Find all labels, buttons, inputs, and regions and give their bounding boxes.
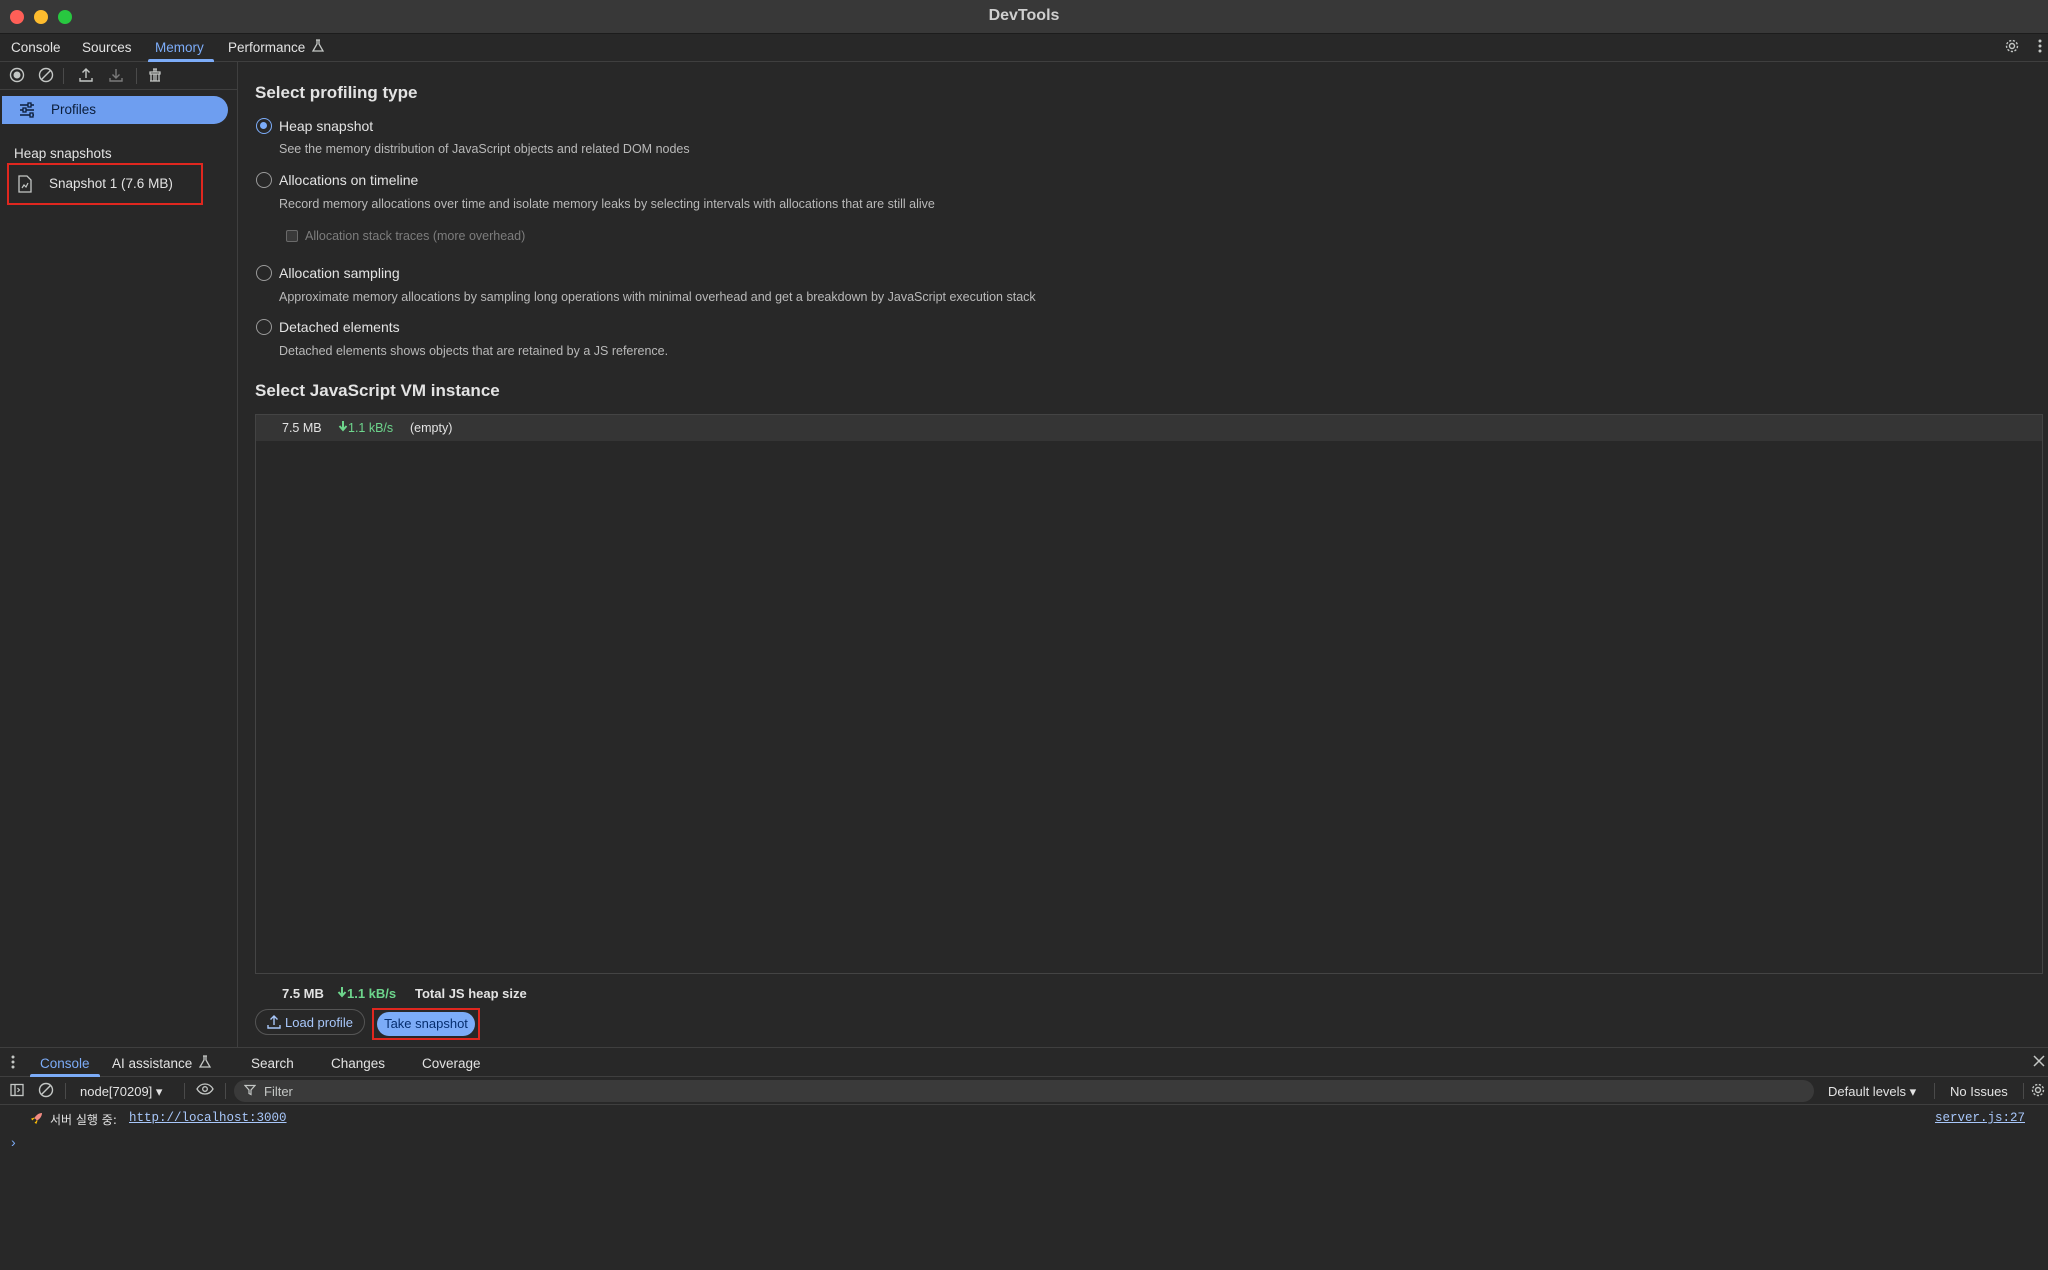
allocation-stack-traces-label: Allocation stack traces (more overhead) — [305, 229, 526, 243]
total-heap-rate-text: 1.1 kB/s — [347, 986, 397, 1001]
console-toolbar: node[70209] ▾ Default levels ▾ No Issues — [0, 1077, 2048, 1105]
profile-launcher: Select profiling type Heap snapshot See … — [239, 62, 2048, 1047]
toolbar-divider — [63, 68, 64, 84]
profiles-sidebar: Profiles Heap snapshots Snapshot 1 (7.6 … — [0, 62, 238, 1047]
allocations-timeline-label[interactable]: Allocations on timeline — [279, 172, 418, 188]
log-levels-value: Default levels — [1828, 1084, 1907, 1099]
window-title: DevTools — [988, 7, 1060, 24]
vm-heap-rate: 1.1 kB/s — [338, 421, 393, 435]
vm-heap-size: 7.5 MB — [282, 421, 322, 435]
detached-elements-radio[interactable] — [256, 319, 272, 335]
detached-elements-description: Detached elements shows objects that are… — [279, 344, 669, 358]
tab-console[interactable]: Console — [11, 40, 61, 55]
heap-snapshot-description: See the memory distribution of JavaScrip… — [279, 142, 690, 156]
load-profile-label: Load profile — [285, 1015, 353, 1030]
memory-toolbar — [0, 62, 238, 90]
take-snapshot-label: Take snapshot — [384, 1016, 468, 1031]
title-bar: DevTools — [0, 0, 2048, 34]
console-settings-gear-icon[interactable] — [2029, 1082, 2047, 1100]
tab-memory[interactable]: Memory — [155, 40, 204, 55]
filter-funnel-icon — [243, 1083, 258, 1097]
context-selector[interactable]: node[70209] ▾ — [80, 1084, 162, 1100]
heap-snapshots-heading: Heap snapshots — [14, 146, 112, 161]
tab-sources[interactable]: Sources — [82, 40, 132, 55]
profiling-type-title: Select profiling type — [255, 83, 418, 102]
total-heap-label: Total JS heap size — [415, 986, 527, 1001]
clear-icon[interactable] — [37, 67, 55, 85]
experiment-flask-icon — [196, 1055, 214, 1073]
console-message-text: 서버 실행 중: — [50, 1113, 117, 1127]
allocation-sampling-radio[interactable] — [256, 265, 272, 281]
profiles-label: Profiles — [51, 102, 97, 117]
tune-sliders-icon — [18, 101, 36, 119]
allocation-sampling-description: Approximate memory allocations by sampli… — [279, 290, 1036, 304]
context-selector-value: node[70209] — [80, 1084, 153, 1099]
vm-instance-title: Select JavaScript VM instance — [255, 381, 500, 400]
clear-console-icon[interactable] — [37, 1082, 55, 1100]
allocation-stack-traces-checkbox[interactable] — [286, 230, 298, 242]
drawer-tab-coverage[interactable]: Coverage — [422, 1056, 481, 1071]
toolbar-divider — [184, 1083, 185, 1099]
drawer-tab-console[interactable]: Console — [40, 1056, 90, 1071]
vm-heap-rate-text: 1.1 kB/s — [348, 421, 394, 435]
console-message: 서버 실행 중: http://localhost:3000 server.js… — [0, 1105, 2048, 1131]
filter-input[interactable] — [264, 1082, 1764, 1100]
console-message-source[interactable]: server.js:27 — [1935, 1111, 2025, 1125]
more-options-icon[interactable] — [2034, 38, 2046, 56]
heap-snapshot-radio[interactable] — [256, 118, 272, 134]
toolbar-divider — [2023, 1083, 2024, 1099]
upload-icon[interactable] — [77, 67, 95, 85]
close-drawer-icon[interactable] — [2032, 1054, 2046, 1072]
allocations-timeline-radio[interactable] — [256, 172, 272, 188]
drawer-tab-changes[interactable]: Changes — [331, 1056, 385, 1071]
total-heap-rate: 1.1 kB/s — [337, 986, 396, 1001]
rocket-icon — [30, 1111, 44, 1128]
toolbar-divider — [1934, 1083, 1935, 1099]
panel-tab-bar: Console Sources Memory Performance — [0, 34, 2048, 62]
log-levels-dropdown[interactable]: Default levels ▾ — [1828, 1084, 1916, 1100]
load-profile-button[interactable]: Load profile — [255, 1009, 365, 1035]
experiment-flask-icon — [309, 39, 327, 57]
record-icon[interactable] — [8, 67, 26, 85]
live-expression-eye-icon[interactable] — [196, 1082, 214, 1100]
allocations-timeline-description: Record memory allocations over time and … — [279, 197, 935, 211]
heap-snapshot-label[interactable]: Heap snapshot — [279, 118, 373, 134]
drawer-menu-icon[interactable] — [8, 1054, 18, 1072]
snapshot-file-icon — [17, 175, 35, 193]
arrow-down-icon — [337, 987, 347, 998]
snapshot-list-item[interactable]: Snapshot 1 (7.6 MB) — [7, 163, 203, 205]
vm-instance-list: 7.5 MB 1.1 kB/s (empty) — [255, 414, 2043, 974]
profiles-button[interactable]: Profiles — [2, 96, 228, 124]
drawer-tab-ai-assistance[interactable]: AI assistance — [112, 1056, 192, 1071]
console-message-link[interactable]: http://localhost:3000 — [129, 1111, 287, 1125]
toolbar-divider — [225, 1083, 226, 1099]
drawer-tab-bar: Console AI assistance Search Changes Cov… — [0, 1047, 2048, 1077]
issues-counter[interactable]: No Issues — [1950, 1084, 2008, 1099]
drawer-tab-search[interactable]: Search — [251, 1056, 294, 1071]
download-icon[interactable] — [107, 67, 125, 85]
upload-icon — [266, 1014, 282, 1030]
take-snapshot-button[interactable]: Take snapshot — [377, 1012, 475, 1036]
toolbar-divider — [136, 68, 137, 84]
vm-instance-row[interactable]: 7.5 MB 1.1 kB/s (empty) — [256, 415, 2042, 441]
filter-field[interactable] — [234, 1080, 1814, 1102]
console-prompt[interactable]: › — [11, 1134, 16, 1150]
sidebar-toggle-icon[interactable] — [8, 1082, 26, 1100]
allocation-sampling-label[interactable]: Allocation sampling — [279, 265, 400, 281]
tab-performance[interactable]: Performance — [228, 40, 305, 55]
toolbar-divider — [65, 1083, 66, 1099]
garbage-collect-icon[interactable] — [146, 67, 164, 85]
settings-gear-icon[interactable] — [2003, 38, 2021, 56]
arrow-down-icon — [338, 421, 348, 432]
vm-instance-name: (empty) — [410, 421, 453, 435]
take-snapshot-highlight: Take snapshot — [372, 1008, 480, 1040]
total-heap-size: 7.5 MB — [282, 986, 324, 1001]
snapshot-label: Snapshot 1 (7.6 MB) — [49, 176, 173, 191]
detached-elements-label[interactable]: Detached elements — [279, 319, 400, 335]
